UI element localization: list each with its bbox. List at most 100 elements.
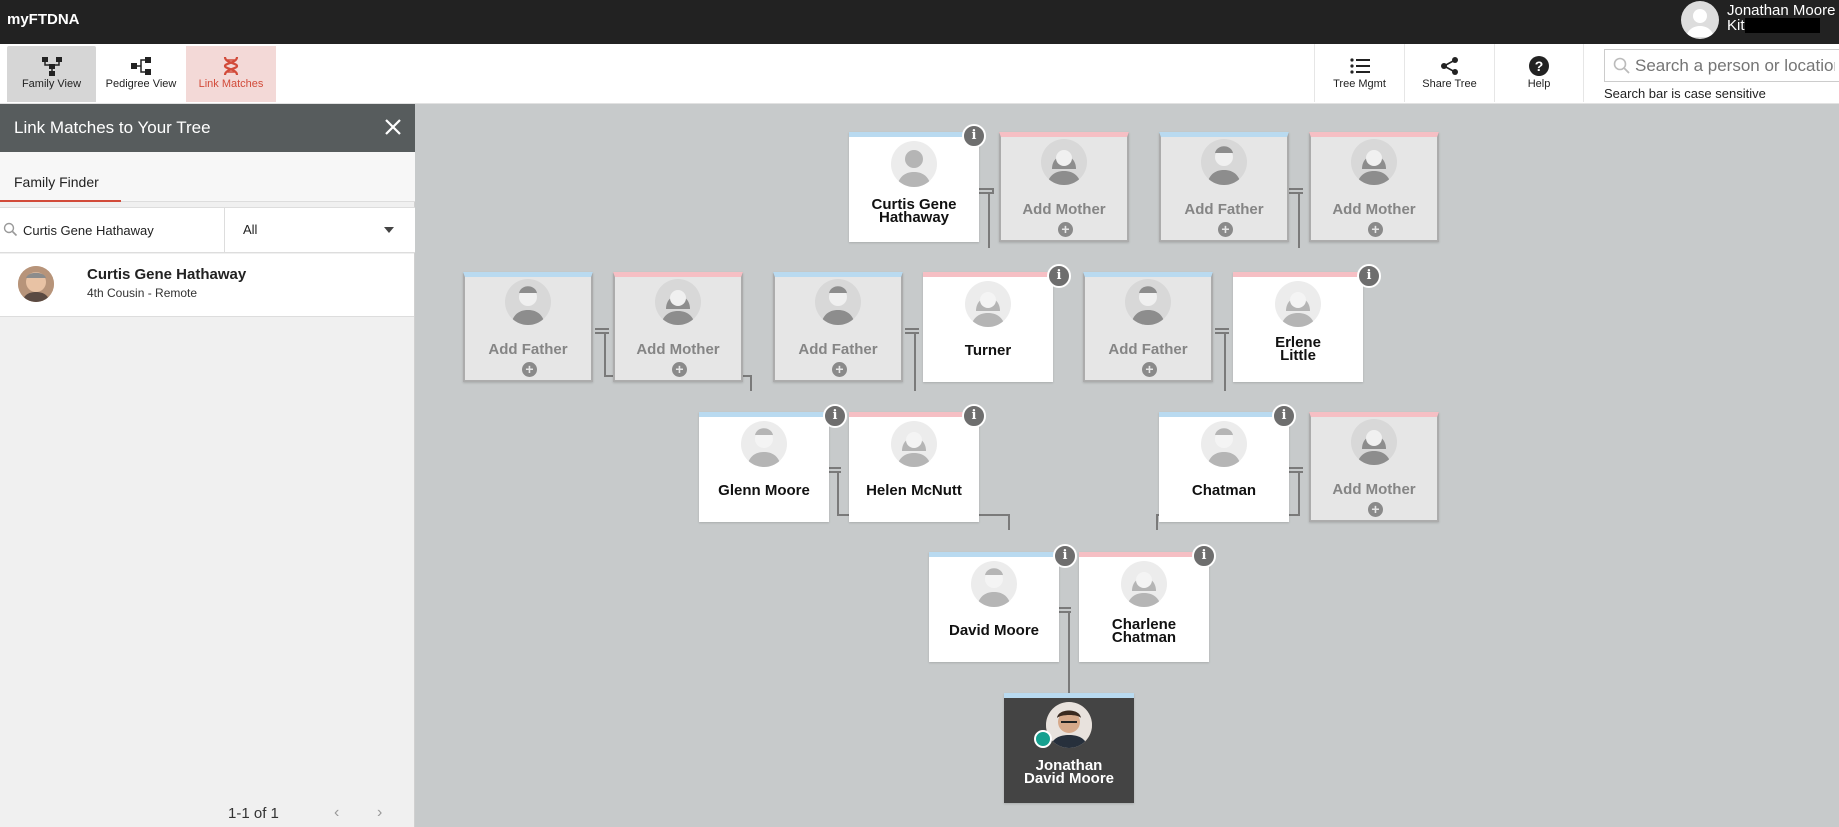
person-card[interactable]: Glenn Moore [699, 412, 829, 522]
info-icon[interactable]: i [962, 404, 986, 428]
female-silhouette-icon [1041, 139, 1087, 185]
info-icon[interactable]: i [962, 124, 986, 148]
app-logo[interactable]: myFTDNA [7, 11, 80, 28]
user-avatar[interactable] [1681, 1, 1719, 39]
female-silhouette-icon [1351, 419, 1397, 465]
person-silhouette-icon [1686, 9, 1714, 37]
link-matches-panel: Link Matches to Your Tree Family Finder … [0, 104, 415, 827]
plus-icon: + [522, 362, 537, 377]
plus-icon: + [1218, 222, 1233, 237]
person-name: Chatman [1191, 482, 1257, 499]
help-label: Help [1527, 78, 1551, 90]
add-father-card[interactable]: Add Father + [1159, 132, 1289, 242]
panel-title: Link Matches to Your Tree [14, 118, 211, 137]
female-silhouette-icon [1121, 561, 1167, 607]
search-icon [3, 222, 18, 237]
female-silhouette-icon [1275, 281, 1321, 327]
family-view-button[interactable]: Family View [7, 46, 96, 102]
share-tree-label: Share Tree [1422, 78, 1477, 90]
person-photo [1046, 702, 1092, 748]
person-card[interactable]: Turner [923, 272, 1053, 382]
person-card[interactable]: Charlene Chatman [1079, 552, 1209, 662]
list-icon [1349, 58, 1370, 74]
info-icon[interactable]: i [1192, 544, 1216, 568]
search-hint: Search bar is case sensitive [1604, 86, 1766, 101]
add-father-card[interactable]: Add Father + [463, 272, 593, 382]
female-silhouette-icon [965, 281, 1011, 327]
plus-icon: + [1142, 362, 1157, 377]
add-mother-card[interactable]: Add Mother + [613, 272, 743, 382]
info-icon[interactable]: i [1053, 544, 1077, 568]
person-location-search[interactable] [1604, 49, 1839, 82]
tree-mgmt-label: Tree Mgmt [1333, 78, 1386, 90]
female-silhouette-icon [891, 421, 937, 467]
add-father-label: Add Father [1108, 341, 1188, 358]
panel-header: Link Matches to Your Tree [0, 104, 415, 152]
info-icon[interactable]: i [823, 404, 847, 428]
close-icon[interactable] [382, 116, 404, 138]
match-photo [18, 266, 54, 302]
person-name: Turner [964, 342, 1012, 359]
tab-family-finder[interactable]: Family Finder [0, 152, 121, 202]
match-relationship: 4th Cousin - Remote [87, 286, 198, 300]
person-card[interactable]: Chatman [1159, 412, 1289, 522]
male-silhouette-icon [815, 279, 861, 325]
pedigree-view-button[interactable]: Pedigree View [101, 44, 181, 102]
family-tree-canvas[interactable]: Curtis Gene Hathaway i Add Mother + Add … [415, 104, 1839, 827]
user-name[interactable]: Jonathan Moore [1727, 3, 1835, 18]
add-father-label: Add Father [488, 341, 568, 358]
self-name: Jonathan David Moore [1023, 757, 1114, 787]
male-silhouette-icon [1201, 139, 1247, 185]
info-icon[interactable]: i [1357, 264, 1381, 288]
person-name: Charlene Chatman [1111, 616, 1177, 646]
plus-icon: + [832, 362, 847, 377]
person-name: David Moore [948, 622, 1039, 639]
info-icon[interactable]: i [1047, 264, 1071, 288]
add-father-card[interactable]: Add Father + [773, 272, 903, 382]
help-icon: ? [1529, 56, 1549, 76]
pagination-count: 1-1 of 1 [228, 805, 279, 822]
plus-icon: + [672, 362, 687, 377]
toolbar: Family View Pedigree View Link Matches T… [0, 44, 1839, 104]
family-tree-icon [41, 57, 62, 76]
person-card[interactable]: Helen McNutt [849, 412, 979, 522]
family-view-label: Family View [21, 78, 82, 90]
person-card[interactable]: Erlene Little [1233, 272, 1363, 382]
add-mother-label: Add Mother [636, 341, 720, 358]
share-tree-button[interactable]: Share Tree [1404, 44, 1494, 102]
relationship-filter-value: All [243, 222, 258, 237]
self-person-card[interactable]: Jonathan David Moore [1004, 693, 1134, 803]
add-father-label: Add Father [798, 341, 878, 358]
male-silhouette-icon [505, 279, 551, 325]
person-photo [18, 266, 54, 302]
pedigree-icon [131, 57, 151, 75]
kit-label: Kit [1727, 17, 1745, 34]
search-input[interactable] [1635, 50, 1835, 81]
add-mother-card[interactable]: Add Mother + [1309, 132, 1439, 242]
link-matches-button[interactable]: Link Matches [186, 46, 276, 102]
person-name: Curtis Gene Hathaway [871, 196, 957, 226]
match-list-item[interactable]: Curtis Gene Hathaway 4th Cousin - Remote [0, 254, 414, 317]
chevron-left-icon[interactable]: ‹ [334, 804, 339, 822]
relationship-filter-select[interactable]: All [226, 208, 414, 252]
male-silhouette-icon [741, 421, 787, 467]
match-search-input[interactable] [23, 220, 218, 240]
add-mother-label: Add Mother [1332, 201, 1416, 218]
person-card[interactable]: David Moore [929, 552, 1059, 662]
add-mother-card[interactable]: Add Mother + [999, 132, 1129, 242]
online-status-dot [1034, 730, 1052, 748]
match-search[interactable] [0, 208, 225, 252]
male-silhouette-icon [1201, 421, 1247, 467]
person-card[interactable]: Curtis Gene Hathaway [849, 132, 979, 242]
add-father-card[interactable]: Add Father + [1083, 272, 1213, 382]
add-mother-card[interactable]: Add Mother + [1309, 412, 1439, 522]
person-name: Glenn Moore [718, 482, 810, 499]
help-button[interactable]: ? Help [1494, 44, 1584, 102]
info-icon[interactable]: i [1272, 404, 1296, 428]
tree-mgmt-button[interactable]: Tree Mgmt [1314, 44, 1404, 102]
chevron-right-icon[interactable]: › [377, 804, 382, 822]
male-silhouette-icon [971, 561, 1017, 607]
pedigree-view-label: Pedigree View [105, 78, 177, 90]
male-silhouette-icon [891, 141, 937, 187]
female-silhouette-icon [655, 279, 701, 325]
